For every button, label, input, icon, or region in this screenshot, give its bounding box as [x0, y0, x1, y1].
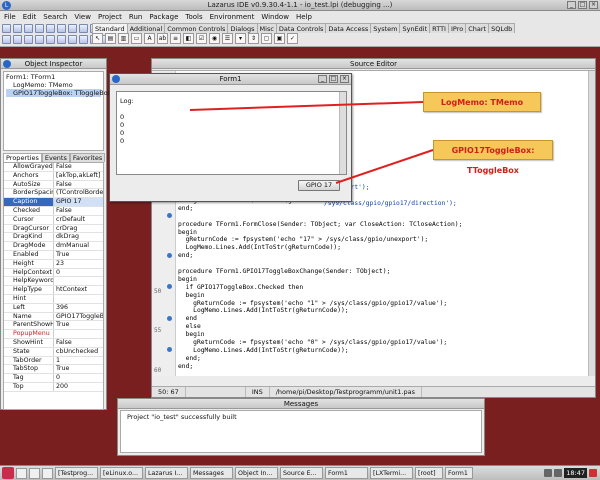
memo-arrow	[189, 101, 424, 111]
taskbar: [Testprog... [eLinux.o... Lazarus I... M…	[0, 465, 600, 480]
task-item[interactable]: Messages	[190, 467, 233, 479]
message-item[interactable]: Project "io_test" successfully built	[127, 413, 475, 421]
task-item[interactable]: [eLinux.o...	[100, 467, 143, 479]
browser-icon[interactable]	[42, 467, 53, 479]
start-menu-icon[interactable]	[2, 467, 14, 479]
network-icon[interactable]	[544, 469, 553, 477]
messages-title-bar: Messages	[118, 399, 484, 409]
task-item[interactable]: [LXTermi...	[370, 467, 413, 479]
cpu-monitor-icon	[554, 469, 563, 477]
task-item[interactable]: Form1	[445, 467, 473, 479]
messages-list[interactable]: Project "io_test" successfully built	[120, 410, 482, 453]
task-item[interactable]: Source E...	[280, 467, 323, 479]
terminal-icon[interactable]	[29, 467, 40, 479]
file-manager-icon[interactable]	[16, 467, 27, 479]
task-item[interactable]: [root]	[415, 467, 443, 479]
toggle-arrow	[335, 149, 434, 184]
task-item[interactable]: Lazarus I...	[145, 467, 188, 479]
messages-window: Messages Project "io_test" successfully …	[117, 398, 485, 456]
task-item[interactable]: Form1	[325, 467, 368, 479]
callout-logmemo: LogMemo: TMemo	[423, 92, 541, 112]
messages-title: Messages	[283, 400, 319, 408]
clock[interactable]: 18:47	[564, 468, 587, 478]
power-icon[interactable]	[589, 469, 597, 477]
task-item[interactable]: [Testprog...	[55, 467, 98, 479]
system-tray: 18:47	[544, 468, 600, 478]
callout-togglebox: GPIO17ToggleBox: TToggleBox	[433, 140, 553, 175]
task-item[interactable]: Object In...	[235, 467, 278, 479]
